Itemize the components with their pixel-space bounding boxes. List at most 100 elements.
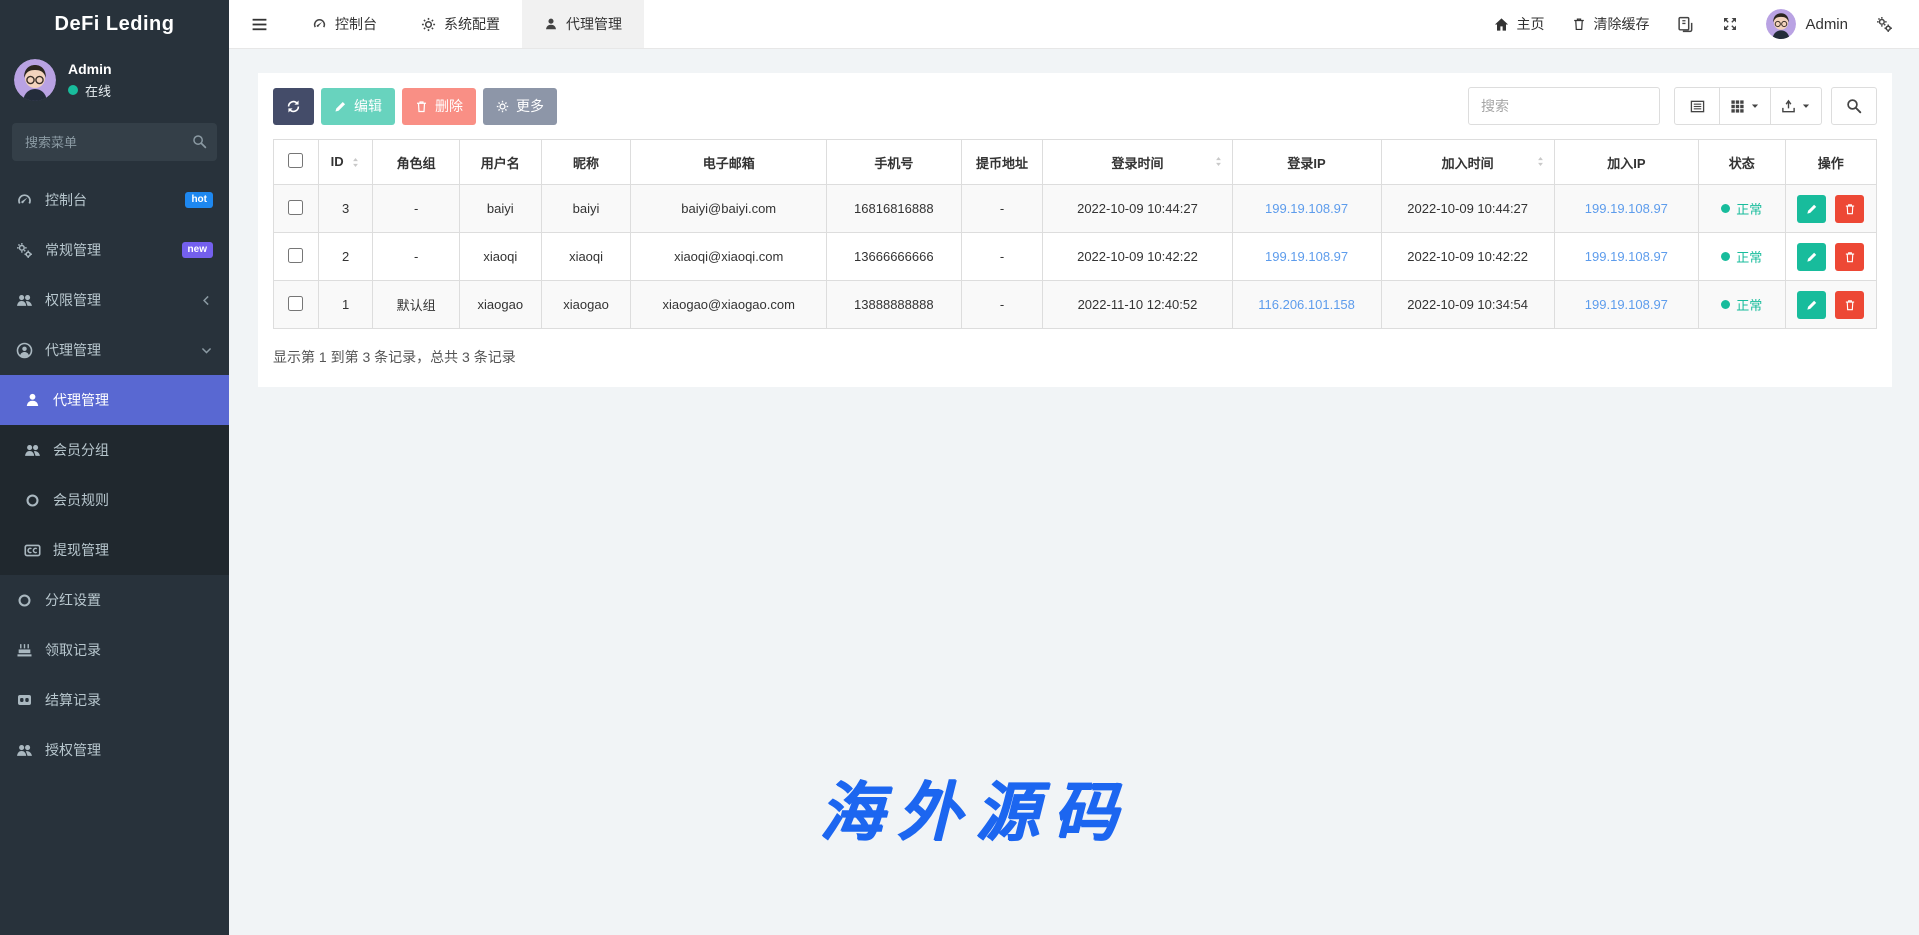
sidebar-item-agent-group[interactable]: 代理管理 [0, 325, 229, 375]
col-login-time[interactable]: 登录时间 [1043, 140, 1232, 185]
home-label: 主页 [1516, 14, 1544, 34]
row-checkbox[interactable] [288, 296, 303, 311]
col-phone[interactable]: 手机号 [827, 140, 962, 185]
select-all-checkbox[interactable] [288, 153, 303, 168]
sidebar-item-dividend-settings[interactable]: 分红设置 [0, 575, 229, 625]
sidebar-item-claim-records[interactable]: 领取记录 [0, 625, 229, 675]
sidebar-item-label: 代理管理 [53, 390, 213, 410]
cell-phone: 13666666666 [827, 233, 962, 281]
users-icon [16, 292, 33, 309]
home-link[interactable]: 主页 [1494, 14, 1544, 34]
avatar [1766, 9, 1796, 39]
join-ip-link[interactable]: 199.19.108.97 [1585, 297, 1668, 312]
users-icon [16, 742, 33, 759]
col-group[interactable]: 角色组 [373, 140, 460, 185]
edit-button[interactable]: 编辑 [321, 88, 395, 125]
row-delete-button[interactable] [1835, 243, 1864, 271]
sidebar-item-label: 授权管理 [45, 740, 213, 760]
col-status[interactable]: 状态 [1698, 140, 1785, 185]
sidebar-search [12, 123, 217, 161]
toolbar-right [1468, 87, 1877, 125]
sidebar-item-agent-manage[interactable]: 代理管理 [0, 375, 229, 425]
fullscreen-icon[interactable] [1722, 16, 1738, 32]
col-join-time[interactable]: 加入时间 [1381, 140, 1554, 185]
agents-table: ID 角色组 用户名 昵称 电子邮箱 手机号 提币地址 登录时间 登录IP 加入… [273, 139, 1877, 329]
sidebar-item-member-rules[interactable]: 会员规则 [0, 475, 229, 525]
col-login-ip[interactable]: 登录IP [1232, 140, 1381, 185]
caret-down-icon [1750, 101, 1760, 111]
columns-button[interactable] [1720, 87, 1771, 125]
clear-cache-link[interactable]: 清除缓存 [1572, 14, 1649, 34]
col-address[interactable]: 提币地址 [961, 140, 1043, 185]
sidebar-item-label: 领取记录 [45, 640, 213, 660]
cell-phone: 13888888888 [827, 281, 962, 329]
sidebar-menu: 控制台 hot 常规管理 new 权限管理 代理管理 代理管理 会员分组 [0, 175, 229, 775]
sidebar-item-general[interactable]: 常规管理 new [0, 225, 229, 275]
cell-group: - [373, 233, 460, 281]
caret-down-icon [1801, 101, 1811, 111]
sidebar-item-label: 会员分组 [53, 440, 213, 460]
cell-username: xiaoqi [459, 233, 541, 281]
col-username[interactable]: 用户名 [459, 140, 541, 185]
row-edit-button[interactable] [1797, 291, 1826, 319]
sidebar-item-withdraw-manage[interactable]: 提现管理 [0, 525, 229, 575]
chevron-left-icon [200, 294, 213, 307]
join-ip-link[interactable]: 199.19.108.97 [1585, 201, 1668, 216]
avatar-image [14, 59, 56, 101]
export-button[interactable] [1771, 87, 1822, 125]
login-ip-link[interactable]: 199.19.108.97 [1265, 249, 1348, 264]
sidebar-item-dashboard[interactable]: 控制台 hot [0, 175, 229, 225]
row-checkbox[interactable] [288, 200, 303, 215]
sidebar-item-member-groups[interactable]: 会员分组 [0, 425, 229, 475]
cogs-icon[interactable] [1876, 16, 1893, 33]
user-menu[interactable]: Admin [1766, 9, 1848, 39]
content-area: 编辑 删除 更多 [229, 49, 1919, 935]
col-join-ip[interactable]: 加入IP [1554, 140, 1698, 185]
cell-id: 3 [318, 185, 373, 233]
cell-address: - [961, 185, 1043, 233]
sidebar-item-label: 提现管理 [53, 540, 213, 560]
cell-address: - [961, 281, 1043, 329]
col-email[interactable]: 电子邮箱 [631, 140, 827, 185]
login-ip-link[interactable]: 116.206.101.158 [1258, 297, 1355, 312]
sort-icon[interactable] [1213, 155, 1224, 170]
tab-system-config[interactable]: 系统配置 [399, 0, 522, 48]
refresh-button[interactable] [273, 88, 314, 125]
detail-view-button[interactable] [1674, 87, 1720, 125]
export-icon [1781, 99, 1796, 114]
row-edit-button[interactable] [1797, 195, 1826, 223]
login-ip-link[interactable]: 199.19.108.97 [1265, 201, 1348, 216]
search-submit-button[interactable] [1831, 87, 1877, 125]
tab-agent-manage[interactable]: 代理管理 [522, 0, 644, 48]
col-id[interactable]: ID [318, 140, 373, 185]
gauge-icon [312, 17, 327, 32]
delete-button[interactable]: 删除 [402, 88, 476, 125]
row-checkbox[interactable] [288, 248, 303, 263]
pencil-icon [334, 100, 347, 113]
cell-id: 1 [318, 281, 373, 329]
avatar[interactable] [14, 59, 56, 101]
table-search-input[interactable] [1468, 87, 1660, 125]
row-delete-button[interactable] [1835, 291, 1864, 319]
sort-icon[interactable] [1535, 155, 1546, 170]
file-switch-icon[interactable] [1677, 16, 1694, 33]
sidebar-item-label: 结算记录 [45, 690, 213, 710]
menu-search-input[interactable] [12, 123, 217, 161]
sidebar-item-permissions[interactable]: 权限管理 [0, 275, 229, 325]
join-ip-link[interactable]: 199.19.108.97 [1585, 249, 1668, 264]
row-delete-button[interactable] [1835, 195, 1864, 223]
cell-username: xiaogao [459, 281, 541, 329]
sort-icon[interactable] [350, 156, 361, 171]
gear-icon [496, 100, 509, 113]
cell-email: xiaoqi@xiaoqi.com [631, 233, 827, 281]
cell-join-time: 2022-10-09 10:42:22 [1381, 233, 1554, 281]
status-dot-icon [1721, 300, 1730, 309]
menu-toggle-icon[interactable] [229, 0, 290, 48]
col-nickname[interactable]: 昵称 [541, 140, 631, 185]
tab-label: 系统配置 [444, 14, 500, 34]
sidebar-item-authorization[interactable]: 授权管理 [0, 725, 229, 775]
sidebar-item-settlement-records[interactable]: 结算记录 [0, 675, 229, 725]
row-edit-button[interactable] [1797, 243, 1826, 271]
tab-dashboard[interactable]: 控制台 [290, 0, 399, 48]
more-button[interactable]: 更多 [483, 88, 557, 125]
